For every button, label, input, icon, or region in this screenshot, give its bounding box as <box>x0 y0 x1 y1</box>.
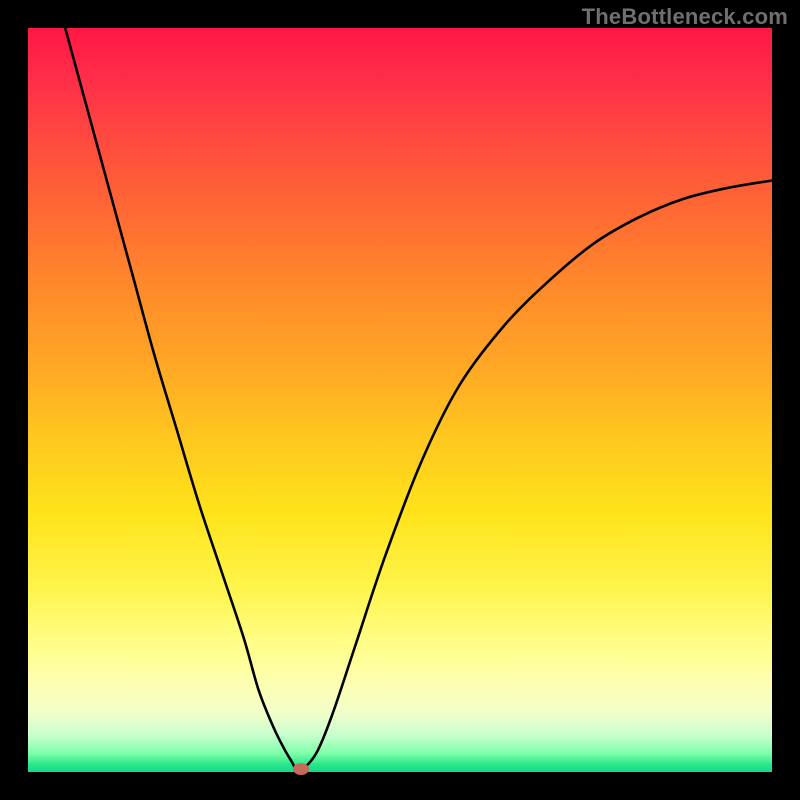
watermark-text: TheBottleneck.com <box>582 4 788 30</box>
plot-area <box>28 28 772 772</box>
minimum-marker <box>293 763 309 775</box>
chart-frame: TheBottleneck.com <box>0 0 800 800</box>
curve-svg <box>28 28 772 772</box>
bottleneck-curve <box>65 28 772 770</box>
